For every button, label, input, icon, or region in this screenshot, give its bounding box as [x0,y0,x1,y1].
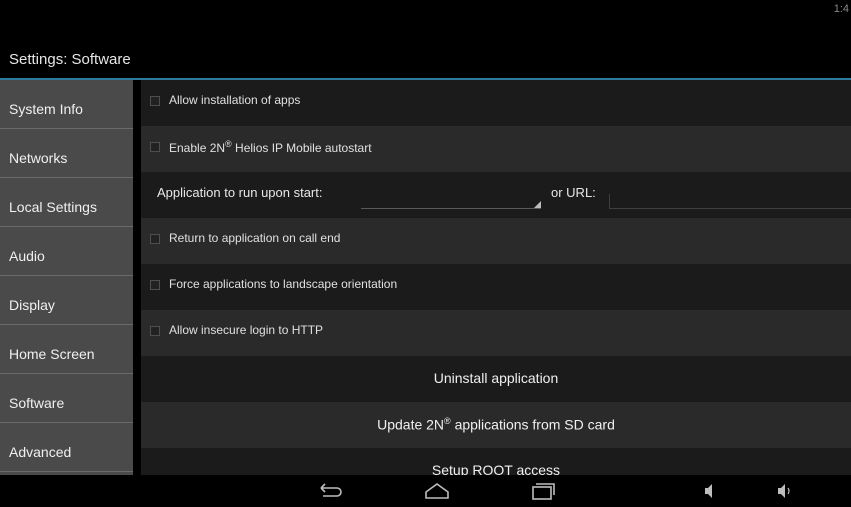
app-to-run-dropdown[interactable] [361,194,541,209]
recent-apps-icon[interactable] [528,479,558,503]
app-to-run-label: Application to run upon start: [157,185,323,200]
sidebar-item-display[interactable]: Display [0,276,133,325]
insecure-http-checkbox[interactable] [150,326,160,336]
force-landscape-label: Force applications to landscape orientat… [169,277,398,291]
autostart-checkbox[interactable] [150,142,160,152]
sidebar-item-label: Audio [9,248,45,264]
autostart-label-suffix: Helios IP Mobile autostart [231,141,372,155]
navigation-bar [0,475,851,507]
registered-mark: ® [444,416,451,426]
settings-panel: Allow installation of apps Enable 2N® He… [141,80,851,475]
sidebar-item-audio[interactable]: Audio [0,227,133,276]
sidebar-item-software[interactable]: Software [0,374,133,423]
insecure-http-label: Allow insecure login to HTTP [169,323,324,337]
dropdown-arrow-icon [534,201,541,208]
uninstall-button-label: Uninstall application [433,370,559,386]
force-landscape-checkbox[interactable] [150,280,160,290]
status-clock: 1:4 [833,3,849,15]
url-input[interactable] [609,194,851,209]
sidebar-item-label: Networks [9,150,68,166]
volume-down-icon[interactable] [695,479,725,503]
update-label-suffix: applications from SD card [450,416,615,433]
action-bar: Settings: Software [0,20,851,78]
sidebar-item-system-info[interactable]: System Info [0,80,133,129]
sidebar-item-networks[interactable]: Networks [0,129,133,178]
setting-allow-install[interactable]: Allow installation of apps [141,80,851,126]
status-bar: 1:4 [0,0,851,20]
home-icon[interactable] [422,479,452,503]
back-icon[interactable] [315,479,345,503]
allow-install-checkbox[interactable] [150,96,160,106]
sidebar-item-label: Local Settings [9,199,97,215]
allow-install-label: Allow installation of apps [169,93,301,107]
setting-autostart[interactable]: Enable 2N® Helios IP Mobile autostart [141,126,851,172]
sidebar: System Info Networks Local Settings Audi… [0,80,133,475]
update-label-prefix: Update 2N [377,416,445,433]
uninstall-button[interactable]: Uninstall application [141,356,851,402]
setting-insecure-http[interactable]: Allow insecure login to HTTP [141,310,851,356]
return-on-call-end-label: Return to application on call end [169,231,341,245]
sidebar-item-label: Display [9,297,55,313]
setting-force-landscape[interactable]: Force applications to landscape orientat… [141,264,851,310]
autostart-label-prefix: Enable 2N [169,141,226,155]
sidebar-item-label: Home Screen [9,346,95,362]
sidebar-item-advanced[interactable]: Advanced [0,423,133,472]
setup-root-button[interactable]: Setup ROOT access [141,448,851,475]
page-title: Settings: Software [9,51,131,68]
volume-up-icon[interactable] [770,479,800,503]
setup-root-label: Setup ROOT access [431,462,561,475]
sidebar-item-label: Advanced [9,444,72,460]
return-on-call-end-checkbox[interactable] [150,234,160,244]
sidebar-item-local-settings[interactable]: Local Settings [0,178,133,227]
sidebar-item-home-screen[interactable]: Home Screen [0,325,133,374]
sidebar-item-label: System Info [9,101,83,117]
registered-mark: ® [225,139,232,149]
sidebar-item-label: Software [9,395,65,411]
update-from-sd-button[interactable]: Update 2N® applications from SD card [141,402,851,448]
url-label: or URL: [551,185,596,200]
update-from-sd-label: Update 2N® applications from SD card [141,416,851,433]
setting-app-to-run: Application to run upon start: or URL: [141,172,851,218]
autostart-label: Enable 2N® Helios IP Mobile autostart [169,139,372,155]
setting-return-on-call-end[interactable]: Return to application on call end [141,218,851,264]
